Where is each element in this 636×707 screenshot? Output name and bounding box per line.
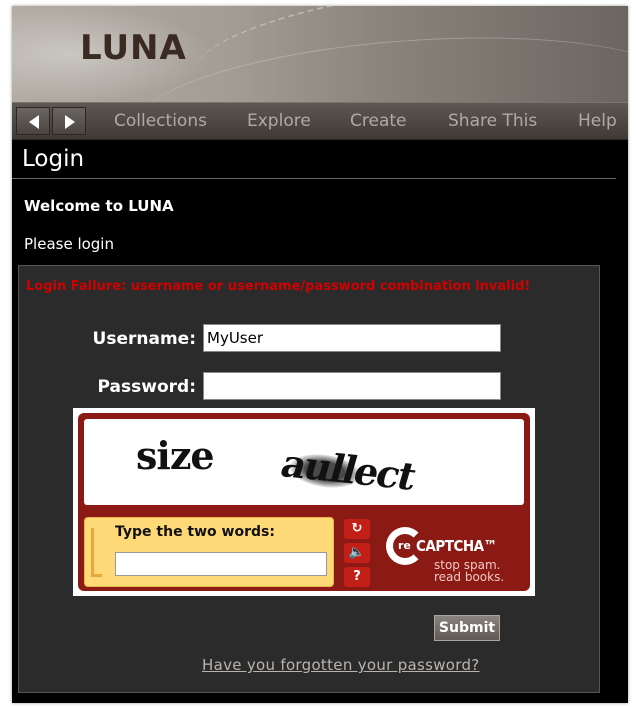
recaptcha-tagline-2: read books. [434,570,505,584]
welcome-heading: Welcome to LUNA [24,197,174,215]
recaptcha-tagline: stop spam. read books. [434,559,524,583]
submit-button[interactable]: Submit [434,615,500,641]
audio-icon[interactable]: 🔈 [344,543,370,563]
captcha-response-box: Type the two words: [84,517,334,587]
forgot-password-link[interactable]: Have you forgotten your password? [202,656,480,674]
nav-collections[interactable]: Collections [114,111,207,131]
login-error-message: Login Failure: username or username/pass… [26,279,531,294]
login-prompt: Please login [24,235,114,253]
captcha-controls: ↻ 🔈 ? [344,519,374,589]
refresh-icon[interactable]: ↻ [344,519,370,539]
captcha-instruction: Type the two words: [115,524,275,540]
help-icon[interactable]: ? [344,567,370,587]
username-label: Username: [92,329,196,349]
arrow-left-icon [29,115,39,129]
arrow-right-icon [65,115,75,129]
bracket-arrow-icon [91,528,102,577]
nav-explore[interactable]: Explore [247,111,311,131]
back-button[interactable] [16,107,50,135]
captcha-response-input[interactable] [115,552,327,576]
title-divider [12,178,616,179]
main-nav: Collections Explore Create Share This He… [12,102,628,140]
page-title: Login [22,146,85,172]
luna-logo[interactable]: LUNA [80,28,187,68]
recaptcha-prefix: re [398,539,411,552]
nav-help[interactable]: Help [578,111,617,131]
captcha-image: size aullect [84,419,524,505]
password-input[interactable] [203,372,501,400]
captcha-word-2: aullect [276,440,420,499]
nav-share-this[interactable]: Share This [448,111,537,131]
recaptcha-frame: size aullect Type the two words: ↻ 🔈 ? r… [78,413,530,591]
recaptcha-logo[interactable]: re CAPTCHA™ stop spam. read books. [384,521,524,587]
forward-button[interactable] [52,107,86,135]
recaptcha-widget: size aullect Type the two words: ↻ 🔈 ? r… [73,408,535,596]
nav-create[interactable]: Create [350,111,407,131]
recaptcha-name: CAPTCHA™ [416,537,497,555]
password-label: Password: [97,377,196,397]
captcha-word-1: size [136,433,215,478]
username-input[interactable] [203,324,501,352]
